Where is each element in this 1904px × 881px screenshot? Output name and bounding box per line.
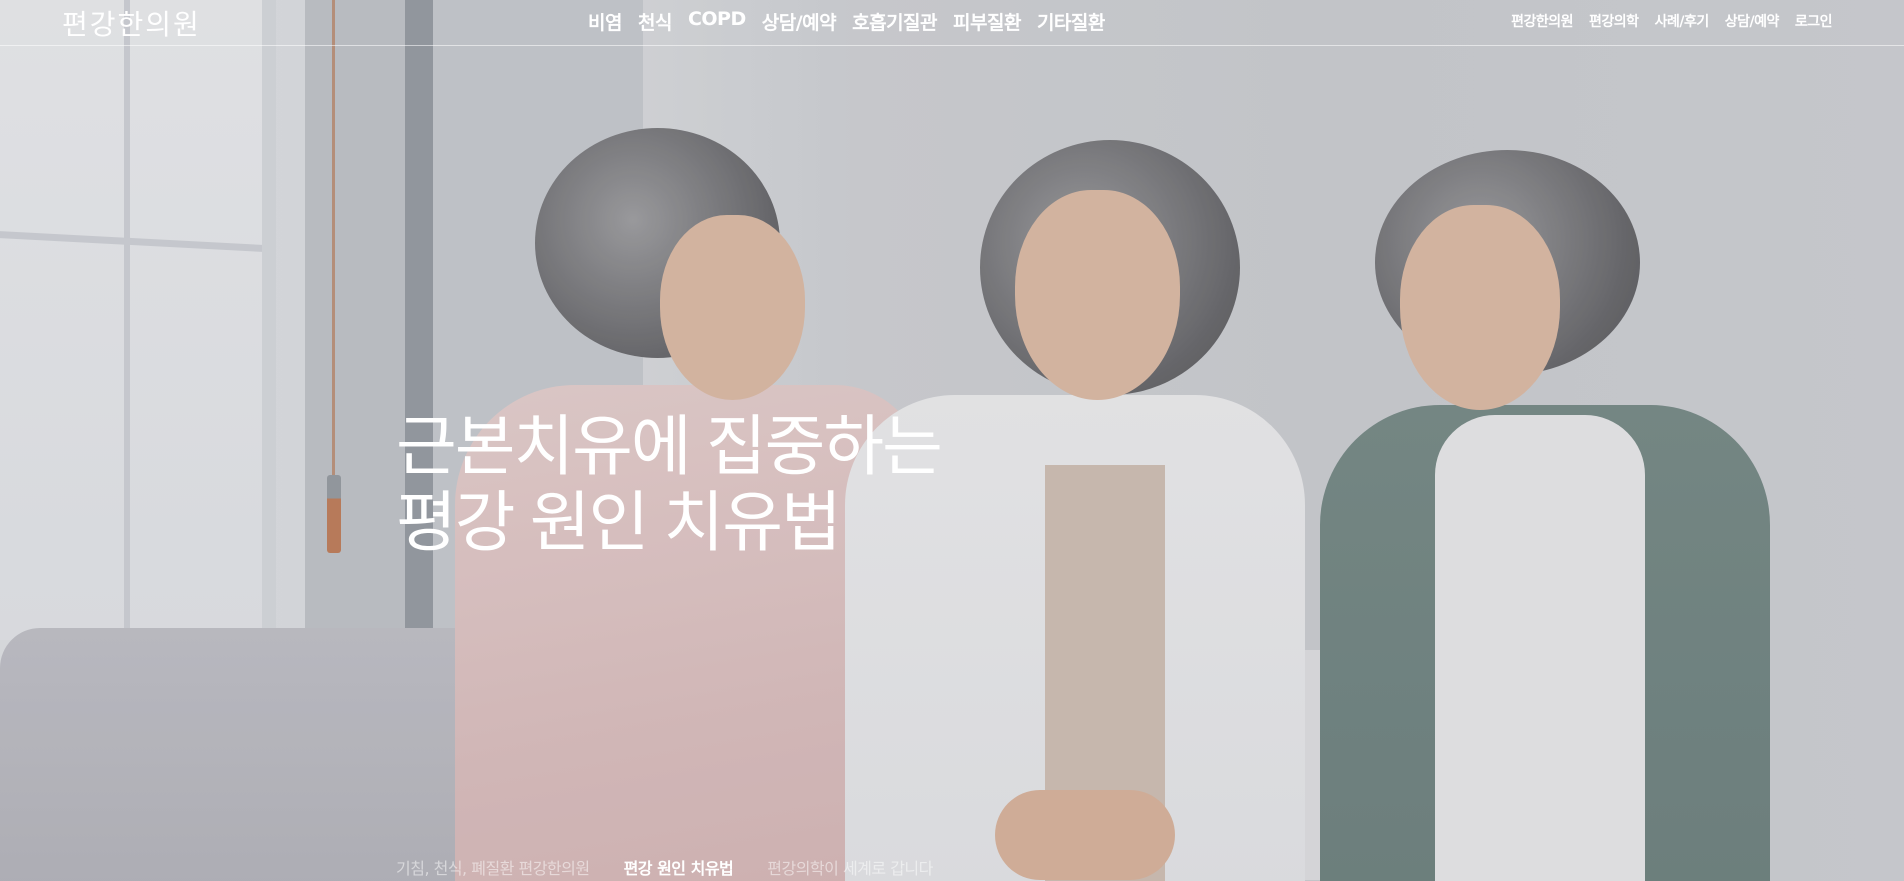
util-link-reviews[interactable]: 사례/후기: [1655, 11, 1710, 31]
nav-item-rhinitis[interactable]: 비염: [588, 8, 622, 35]
site-header: 편강한의원 비염 천식 COPD 상담/예약 호흡기질관 피부질환 기타질환 편…: [0, 0, 1904, 46]
hero-line-2: 평강 원인 치유법: [396, 485, 842, 559]
slider-tab[interactable]: 기침, 천식, 폐질환 편강한의원: [396, 855, 590, 879]
nav-item-consult[interactable]: 상담/예약: [762, 8, 837, 35]
util-link-login[interactable]: 로그인: [1795, 11, 1833, 31]
nav-item-respiratory[interactable]: 호흡기질관: [852, 8, 937, 35]
hero-headline: 근본치유에 집중하는 평강 원인 치유법: [396, 408, 943, 560]
util-link-consult[interactable]: 상담/예약: [1725, 11, 1780, 31]
util-link-medicine[interactable]: 편강의학: [1589, 11, 1639, 31]
nav-item-other[interactable]: 기타질환: [1037, 8, 1105, 35]
nav-item-skin[interactable]: 피부질환: [953, 8, 1021, 35]
slider-tabs: 기침, 천식, 폐질환 편강한의원 편강 원인 치유법 편강의학이 세계로 갑니…: [396, 855, 933, 879]
util-link-clinic[interactable]: 편강한의원: [1511, 11, 1573, 31]
main-nav: 비염 천식 COPD 상담/예약 호흡기질관 피부질환 기타질환: [588, 8, 1105, 35]
hero-background-photo: [0, 0, 1904, 881]
slider-tab-active[interactable]: 편강 원인 치유법: [624, 855, 734, 879]
slider-tab[interactable]: 편강의학이 세계로 갑니다: [767, 855, 933, 879]
nav-item-copd[interactable]: COPD: [688, 8, 746, 35]
overlay-veil: [0, 0, 1904, 881]
hero-line-1: 근본치유에 집중하는: [396, 409, 943, 483]
utility-nav: 편강한의원 편강의학 사례/후기 상담/예약 로그인: [1511, 11, 1832, 31]
site-logo[interactable]: 편강한의원: [62, 3, 201, 43]
nav-item-asthma[interactable]: 천식: [638, 8, 672, 35]
